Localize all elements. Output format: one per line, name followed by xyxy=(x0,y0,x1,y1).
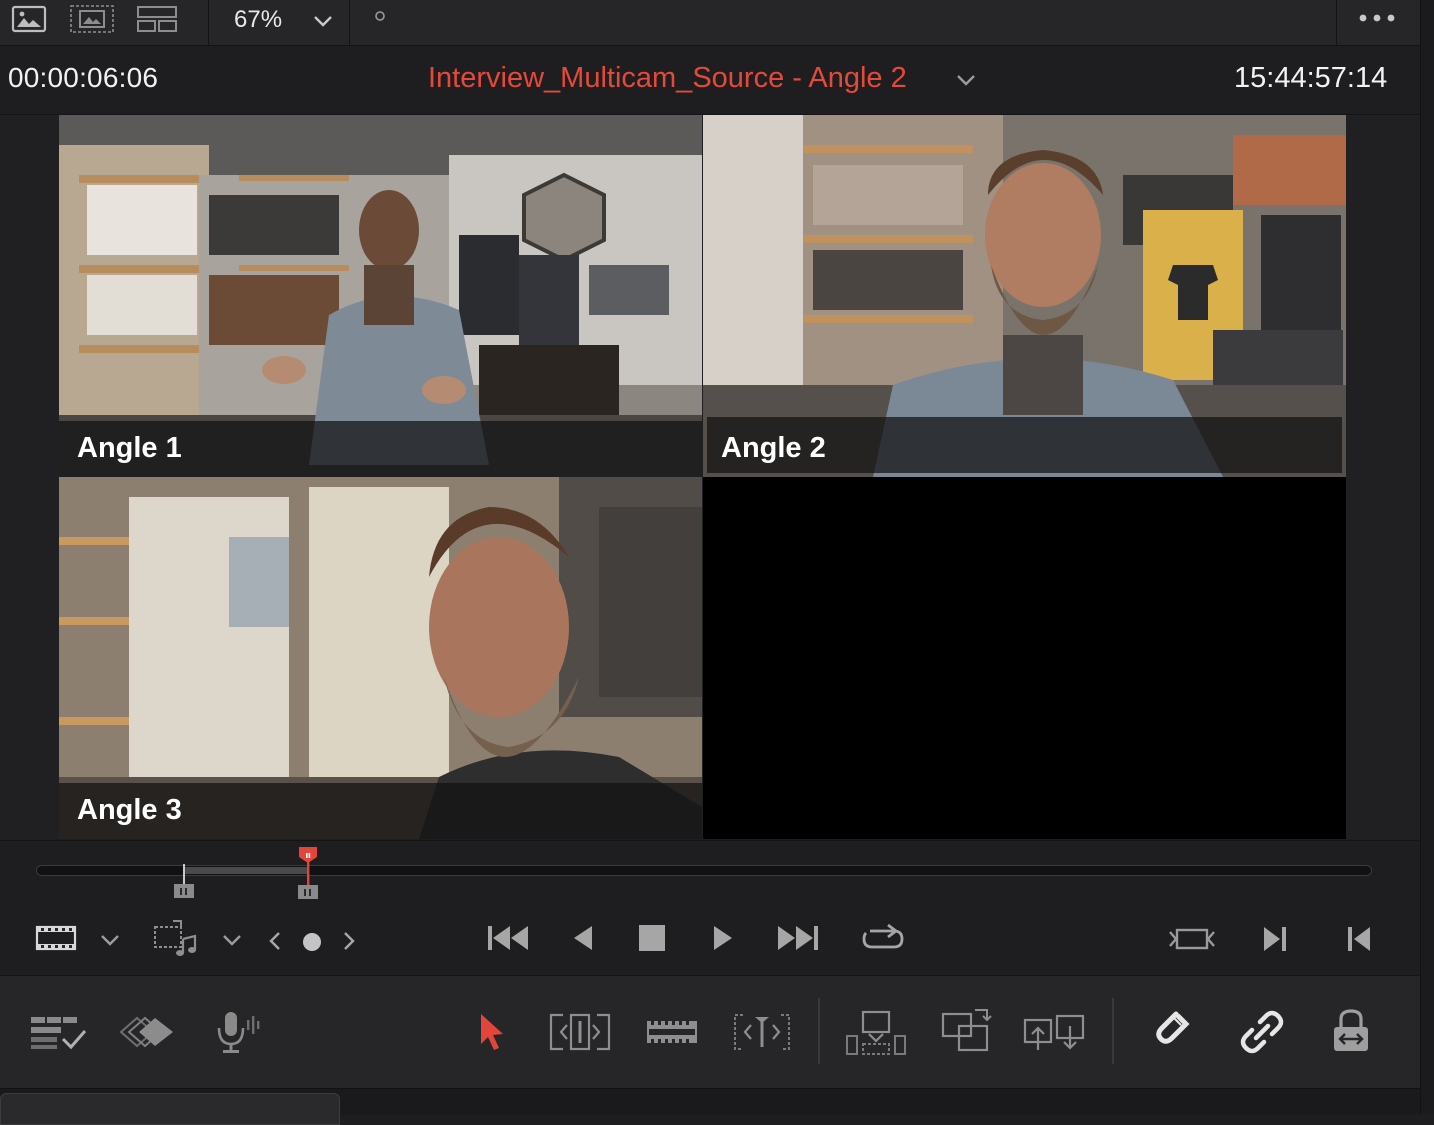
stop-icon[interactable] xyxy=(632,918,672,958)
toolbar-separator xyxy=(1112,998,1114,1064)
play-icon[interactable] xyxy=(702,918,742,958)
record-timecode[interactable]: 15:44:57:14 xyxy=(1234,62,1387,95)
smart-insert-icon[interactable] xyxy=(116,1010,178,1054)
playhead-icon[interactable] xyxy=(296,845,320,903)
panel-edge xyxy=(1420,0,1434,1114)
position-lock-icon[interactable] xyxy=(1326,1006,1376,1056)
timeline-options-icon[interactable] xyxy=(26,1010,88,1054)
clip-title-dropdown[interactable]: Interview_Multicam_Source - Angle 2 xyxy=(428,62,907,95)
angle-3-tile[interactable]: Angle 3 xyxy=(59,477,702,839)
dual-viewer-icon[interactable] xyxy=(68,4,116,34)
angle-1-tile[interactable]: Angle 1 xyxy=(59,115,702,477)
linked-selection-icon[interactable] xyxy=(1236,1008,1288,1056)
in-point-marker-icon[interactable] xyxy=(172,864,196,902)
replace-clip-icon[interactable] xyxy=(1020,1006,1090,1058)
toolbar-separator xyxy=(818,998,820,1064)
angle-dot-icon[interactable] xyxy=(299,929,325,955)
dot-icon xyxy=(372,8,388,24)
multicam-grid-icon[interactable] xyxy=(134,4,180,34)
loop-icon[interactable] xyxy=(856,918,910,958)
voiceover-mic-icon[interactable] xyxy=(212,1008,264,1056)
selection-pointer-icon[interactable] xyxy=(470,1008,512,1056)
audio-video-mode-icon[interactable] xyxy=(150,916,202,960)
play-reverse-icon[interactable] xyxy=(562,918,602,958)
single-viewer-icon[interactable] xyxy=(10,4,48,34)
bottom-panel-tab[interactable] xyxy=(0,1093,340,1125)
next-edit-icon[interactable] xyxy=(1256,920,1294,958)
clip-view-dropdown-icon[interactable] xyxy=(96,928,124,952)
empty-angle-tile xyxy=(703,477,1346,839)
source-timecode[interactable]: 00:00:06:06 xyxy=(8,62,158,94)
clip-view-icon[interactable] xyxy=(34,922,78,954)
zoom-level[interactable]: 67% xyxy=(234,6,282,34)
next-angle-icon[interactable] xyxy=(338,928,360,954)
trim-tool-icon[interactable] xyxy=(546,1010,614,1054)
snapping-magnet-icon[interactable] xyxy=(1146,1008,1198,1056)
go-to-start-icon[interactable] xyxy=(480,918,536,958)
in-out-range xyxy=(184,867,308,874)
dynamic-trim-icon[interactable] xyxy=(730,1010,794,1054)
blade-tool-icon[interactable] xyxy=(642,1010,702,1054)
angle-2-tile[interactable]: Angle 2 xyxy=(703,115,1346,477)
clip-title-chevron-down-icon[interactable] xyxy=(952,68,980,92)
angle-2-label: Angle 2 xyxy=(721,432,826,464)
prev-angle-icon[interactable] xyxy=(264,928,286,954)
insert-clip-icon[interactable] xyxy=(842,1008,910,1058)
prev-edit-icon[interactable] xyxy=(1340,920,1378,958)
angle-1-label: Angle 1 xyxy=(77,432,182,464)
zoom-dropdown-icon[interactable] xyxy=(308,8,338,34)
go-to-end-icon[interactable] xyxy=(770,918,826,958)
angle-3-label: Angle 3 xyxy=(77,794,182,826)
match-frame-icon[interactable] xyxy=(1166,920,1218,958)
more-options-icon[interactable] xyxy=(1352,6,1402,30)
viewer-toolbar: 67% xyxy=(0,0,1434,46)
overwrite-clip-icon[interactable] xyxy=(938,1006,994,1056)
mode-dropdown-icon[interactable] xyxy=(218,928,246,952)
